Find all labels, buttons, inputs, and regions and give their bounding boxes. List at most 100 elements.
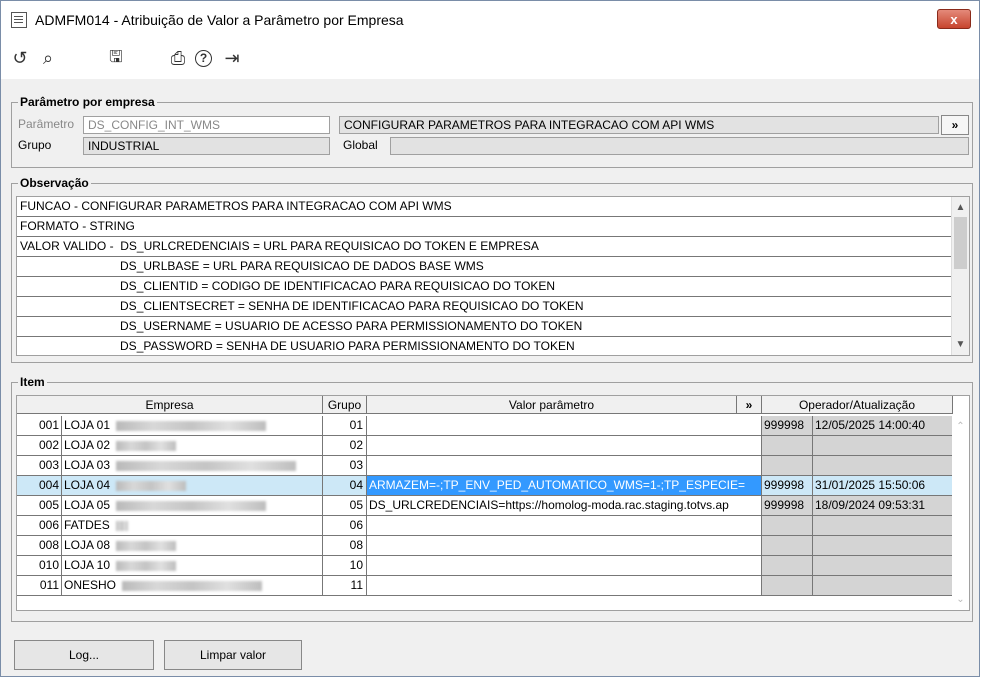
table-row[interactable]: 005 LOJA 05 05 DS_URLCREDENCIAIS=https:/… [17,496,953,516]
cell-grupo: 05 [323,496,367,516]
table-row[interactable]: 002 LOJA 02 02 [17,436,953,456]
cell-operador [762,516,813,536]
cell-valor[interactable] [367,536,762,556]
item-legend: Item [18,375,47,389]
observacao-scrollbar[interactable]: ▲ ▼ [951,197,969,355]
param-input[interactable]: DS_CONFIG_INT_WMS [83,116,330,134]
observacao-line: FORMATO - STRING [17,217,953,237]
form-icon [11,12,27,28]
cell-data: 12/05/2025 14:00:40 [813,416,953,436]
company-name: FATDES [64,518,110,532]
item-section: Item Empresa Grupo Valor parâmetro » Ope… [11,375,973,622]
header-grupo[interactable]: Grupo [323,396,367,414]
grid-scrollbar[interactable]: ⌃ ⌄ [952,414,969,610]
table-row[interactable]: 001 LOJA 01 01 999998 12/05/2025 14:00:4… [17,416,953,436]
close-button[interactable]: x [937,9,971,29]
table-row[interactable]: 008 LOJA 08 08 [17,536,953,556]
cell-code: 004 [17,476,62,496]
cell-valor[interactable]: DS_URLCREDENCIAIS=https://homolog-moda.r… [367,496,762,516]
scroll-down-icon[interactable]: ⌄ [952,591,969,608]
cell-code: 001 [17,416,62,436]
cell-data [813,536,953,556]
observacao-line: DS_CLIENTID = CODIGO DE IDENTIFICACAO PA… [17,277,953,297]
header-operador[interactable]: Operador/Atualização [762,396,953,414]
cell-name: LOJA 04 [62,476,323,496]
cell-code: 002 [17,436,62,456]
cell-name: LOJA 03 [62,456,323,476]
table-row[interactable]: 003 LOJA 03 03 [17,456,953,476]
observacao-legend: Observação [18,176,91,190]
redacted-text [122,580,263,591]
cell-operador [762,536,813,556]
table-row[interactable]: 011 ONESHO 11 [17,576,953,596]
cell-data: 31/01/2025 15:50:06 [813,476,953,496]
cell-valor-editing[interactable]: ARMAZEM=-;TP_ENV_PED_AUTOMATICO_WMS=1-;T… [367,476,762,496]
cell-name: LOJA 02 [62,436,323,456]
log-button[interactable]: Log... [14,640,154,670]
save-icon[interactable]: 🖫 [105,47,127,69]
redacted-text [116,480,187,491]
cell-operador: 999998 [762,496,813,516]
cell-valor[interactable] [367,576,762,596]
cell-grupo: 11 [323,576,367,596]
cell-operador [762,456,813,476]
scroll-thumb[interactable] [954,217,967,269]
cell-grupo: 04 [323,476,367,496]
header-valor[interactable]: Valor parâmetro [367,396,737,414]
redacted-text [116,560,177,571]
param-description: CONFIGURAR PARAMETROS PARA INTEGRACAO CO… [339,116,939,134]
table-row[interactable]: 010 LOJA 10 10 [17,556,953,576]
cell-name: LOJA 05 [62,496,323,516]
main-window: ADMFM014 - Atribuição de Valor a Parâmet… [0,0,980,677]
cell-valor[interactable] [367,436,762,456]
param-more-button[interactable]: » [941,115,969,135]
cell-data [813,516,953,536]
table-row-selected[interactable]: 004 LOJA 04 04 ARMAZEM=-;TP_ENV_PED_AUTO… [17,476,953,496]
cell-valor[interactable] [367,416,762,436]
redacted-text [116,540,177,551]
header-more-button[interactable]: » [737,396,762,414]
observacao-section: Observação FUNCAO - CONFIGURAR PARAMETRO… [11,176,973,363]
redacted-text [116,500,267,511]
param-label: Parâmetro [18,117,75,131]
company-name: LOJA 04 [64,478,111,492]
cell-grupo: 08 [323,536,367,556]
scroll-up-icon[interactable]: ▲ [952,199,969,216]
scroll-down-icon[interactable]: ▼ [952,336,969,353]
redacted-text [116,440,177,451]
observacao-textarea[interactable]: FUNCAO - CONFIGURAR PARAMETROS PARA INTE… [16,196,970,356]
cell-valor[interactable] [367,516,762,536]
observacao-line: DS_URLBASE = URL PARA REQUISICAO DE DADO… [17,257,953,277]
print-icon[interactable]: ⎙ [167,47,189,69]
header-empresa[interactable]: Empresa [17,396,323,414]
company-name: LOJA 08 [64,538,111,552]
window-title: ADMFM014 - Atribuição de Valor a Parâmet… [35,12,404,28]
exit-icon[interactable]: ⇥ [221,47,243,69]
item-grid: Empresa Grupo Valor parâmetro » Operador… [16,395,970,611]
param-section: Parâmetro por empresa Parâmetro DS_CONFI… [11,95,973,168]
param-section-legend: Parâmetro por empresa [18,95,157,109]
help-icon[interactable]: ? [195,50,212,67]
cell-code: 008 [17,536,62,556]
limpar-valor-button[interactable]: Limpar valor [164,640,302,670]
redacted-text [116,460,297,471]
toolbar: ↺ ⌕ 🖫 ⎙ ? ⇥ [1,39,979,79]
cell-operador: 999998 [762,416,813,436]
cell-operador [762,436,813,456]
cell-operador [762,576,813,596]
table-row[interactable]: 006 FATDES 06 [17,516,953,536]
cell-valor[interactable] [367,556,762,576]
cell-operador [762,556,813,576]
search-icon[interactable]: ⌕ [37,47,59,69]
cell-valor[interactable] [367,456,762,476]
cell-grupo: 06 [323,516,367,536]
title-bar: ADMFM014 - Atribuição de Valor a Parâmet… [1,1,979,39]
undo-icon[interactable]: ↺ [9,47,31,69]
redacted-text [115,520,128,531]
cell-data [813,576,953,596]
cell-operador: 999998 [762,476,813,496]
cell-grupo: 10 [323,556,367,576]
scroll-up-icon[interactable]: ⌃ [952,418,969,435]
cell-name: LOJA 08 [62,536,323,556]
group-label: Grupo [18,138,52,152]
